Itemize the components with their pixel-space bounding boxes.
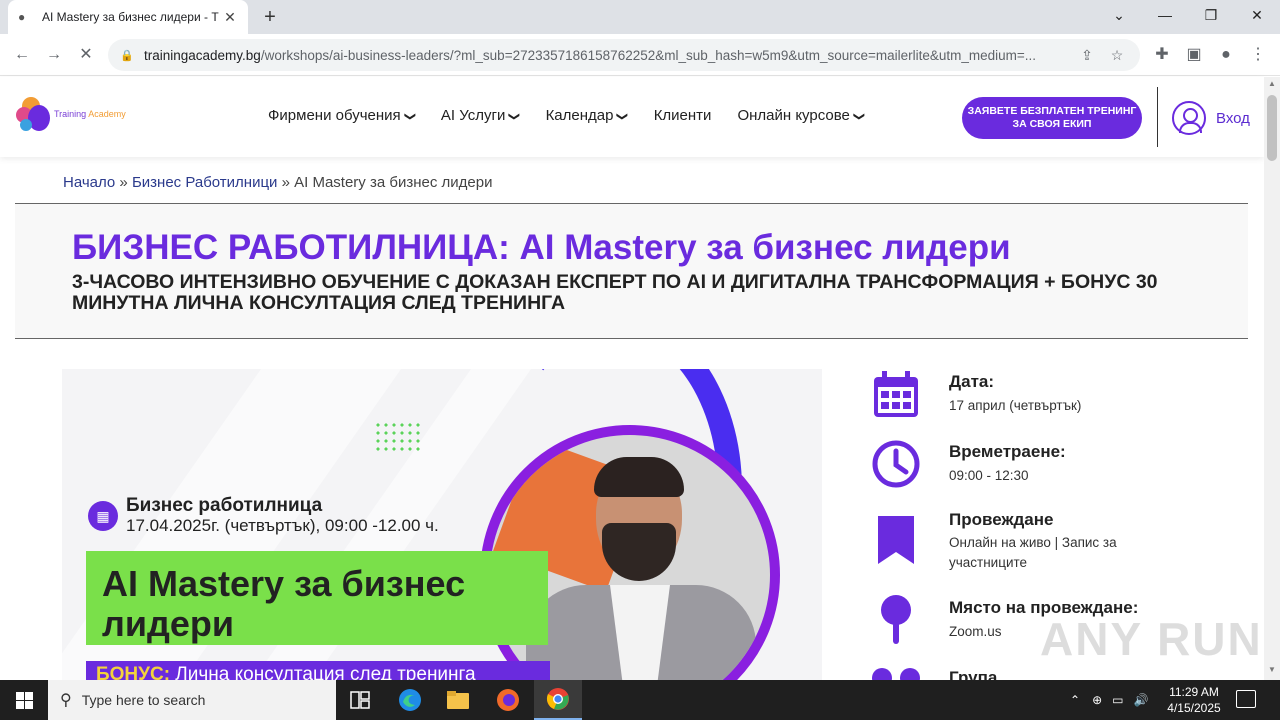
anyrun-watermark: ANY RUN	[1040, 613, 1263, 665]
logo-text-training: Training	[54, 109, 89, 119]
banner-calendar-icon: ▦	[88, 501, 118, 531]
banner-bonus-strip: БОНУС: Лична консултация след тренинга	[86, 661, 550, 680]
back-button[interactable]: ←	[10, 43, 34, 67]
nav-item-corporate-training[interactable]: Фирмени обучения ❯	[268, 107, 416, 124]
forward-button[interactable]: →	[42, 43, 66, 67]
profile-icon[interactable]: ●	[1214, 43, 1238, 67]
restore-button[interactable]: ❐	[1188, 0, 1234, 30]
nav-item-clients[interactable]: Клиенти	[654, 107, 712, 124]
format-label: Провеждане	[949, 510, 1054, 529]
network-icon[interactable]: ▭	[1112, 693, 1123, 707]
taskbar-search-placeholder: Type here to search	[81, 692, 206, 708]
banner-title-box: AI Mastery за бизнес лидери	[86, 551, 548, 645]
taskbar-clock[interactable]: 11:29 AM 4/15/2025	[1162, 684, 1226, 716]
breadcrumb-home[interactable]: Начало	[63, 174, 115, 191]
breadcrumb-current: AI Mastery за бизнес лидери	[294, 174, 493, 191]
group-icon	[872, 668, 920, 680]
main-nav: Фирмени обучения ❯ AI Услуги ❯ Календар ❯ К…	[268, 107, 890, 124]
url-text[interactable]: trainingacademy.bg/workshops/ai-business…	[144, 48, 1068, 63]
lock-icon[interactable]: 🔒	[120, 49, 134, 62]
side-panel-icon[interactable]: ▣	[1182, 43, 1206, 67]
tab-title: AI Mastery за бизнес лидери - T	[42, 10, 219, 24]
browser-toolbar: ← → ✕ 🔒 trainingacademy.bg/workshops/ai-…	[0, 34, 1280, 76]
new-tab-button[interactable]: +	[258, 5, 282, 29]
chevron-down-icon: ❯	[508, 111, 521, 122]
taskbar-search-box[interactable]: ⚲ Type here to search	[48, 680, 336, 720]
clock-icon	[872, 440, 920, 488]
site-logo[interactable]: Training Academy	[16, 95, 126, 133]
user-icon	[1172, 101, 1206, 135]
tab-search-button[interactable]: ⌄	[1096, 0, 1142, 30]
volume-icon[interactable]: 🔊	[1133, 693, 1148, 707]
share-icon[interactable]: ⇪	[1076, 47, 1098, 64]
task-view-icon[interactable]	[336, 680, 384, 720]
chevron-down-icon: ❯	[403, 111, 416, 122]
calendar-icon	[874, 371, 918, 417]
chevron-down-icon: ❯	[616, 111, 629, 122]
edge-browser-icon[interactable]	[386, 680, 434, 720]
address-bar[interactable]: 🔒 trainingacademy.bg/workshops/ai-busine…	[108, 39, 1140, 71]
banner-bonus-label: БОНУС:	[96, 664, 171, 680]
decorative-dots	[374, 421, 424, 453]
chrome-icon[interactable]	[534, 680, 582, 720]
browser-tab[interactable]: ● AI Mastery за бизнес лидери - T ✕	[8, 0, 248, 34]
file-explorer-icon[interactable]	[434, 680, 482, 720]
notifications-icon[interactable]	[1236, 690, 1256, 708]
duration-value: 09:00 - 12:30	[949, 468, 1029, 483]
login-link[interactable]: Вход	[1172, 101, 1250, 135]
nav-item-ai-services[interactable]: AI Услуги ❯	[441, 107, 521, 124]
breadcrumb-section[interactable]: Бизнес Работилници	[132, 174, 277, 191]
extensions-icon[interactable]: ✚	[1150, 43, 1174, 67]
menu-icon[interactable]: ⋮	[1246, 43, 1270, 67]
windows-taskbar: ⚲ Type here to search ⌃ ⊕ ▭ 🔊 11:29 AM 4…	[0, 680, 1280, 720]
chevron-down-icon: ❯	[852, 111, 865, 122]
page-title: БИЗНЕС РАБОТИЛНИЦА: AI Mastery за бизнес…	[72, 228, 1011, 267]
logo-text-academy: Academy	[88, 109, 126, 119]
scroll-down-arrow-icon[interactable]: ▼	[1267, 665, 1277, 674]
minimize-button[interactable]: —	[1142, 0, 1188, 30]
duration-label: Времетраене:	[949, 442, 1066, 461]
banner-bonus-text: Лична консултация след тренинга	[170, 664, 476, 680]
clock-date: 4/15/2025	[1167, 701, 1221, 715]
start-button[interactable]	[0, 680, 48, 720]
breadcrumb: Начало » Бизнес Работилници » AI Mastery…	[63, 174, 493, 191]
header-divider	[1157, 87, 1158, 147]
location-pin-icon	[881, 595, 911, 644]
page-subtitle: 3-ЧАСОВО ИНТЕНЗИВНО ОБУЧЕНИЕ С ДОКАЗАН Е…	[72, 271, 1158, 314]
date-label: Дата:	[949, 372, 995, 391]
nav-item-calendar[interactable]: Календар ❯	[546, 107, 629, 124]
free-training-cta-button[interactable]: ЗАЯВЕТЕ БЕЗПЛАТЕН ТРЕНИНГ ЗА СВОЯ ЕКИП	[962, 97, 1142, 139]
format-value: Онлайн на живо | Запис за участниците	[949, 535, 1117, 570]
system-tray: ⌃ ⊕ ▭ 🔊	[1070, 680, 1148, 720]
bookmark-icon	[878, 516, 914, 564]
logo-mark-icon	[16, 95, 50, 133]
banner-title-line2: лидери	[102, 603, 234, 644]
scrollbar-thumb[interactable]	[1267, 95, 1277, 161]
page-title-section: БИЗНЕС РАБОТИЛНИЦА: AI Mastery за бизнес…	[15, 203, 1248, 339]
security-icon[interactable]: ⊕	[1092, 693, 1102, 707]
scroll-up-arrow-icon[interactable]: ▲	[1267, 79, 1277, 88]
stop-loading-button[interactable]: ✕	[74, 43, 98, 67]
site-favicon-icon: ●	[18, 10, 26, 24]
page-scrollbar[interactable]: ▲ ▼	[1264, 77, 1280, 680]
site-header: Training Academy Фирмени обучения ❯ AI Ус…	[0, 77, 1264, 157]
nav-item-online-courses[interactable]: Онлайн курсове ❯	[737, 107, 865, 124]
show-hidden-icons-icon[interactable]: ⌃	[1070, 693, 1080, 707]
workshop-banner-image: ▦ Бизнес работилница 17.04.2025г. (четвъ…	[62, 369, 822, 680]
bookmark-star-icon[interactable]: ☆	[1106, 47, 1128, 64]
close-tab-icon[interactable]: ✕	[222, 9, 238, 25]
banner-title-line1: AI Mastery за бизнес	[102, 563, 466, 604]
login-label: Вход	[1216, 109, 1250, 127]
banner-label: Бизнес работилница	[126, 495, 323, 516]
close-window-button[interactable]: ✕	[1234, 0, 1280, 30]
banner-date: 17.04.2025г. (четвъртък), 09:00 -12.00 ч…	[126, 516, 439, 535]
browser-tab-strip: ● AI Mastery за бизнес лидери - T ✕ + ⌄ …	[0, 0, 1280, 34]
date-value: 17 април (четвъртък)	[949, 398, 1082, 413]
clock-time: 11:29 AM	[1169, 685, 1219, 699]
search-icon: ⚲	[60, 692, 72, 709]
firefox-icon[interactable]	[484, 680, 532, 720]
